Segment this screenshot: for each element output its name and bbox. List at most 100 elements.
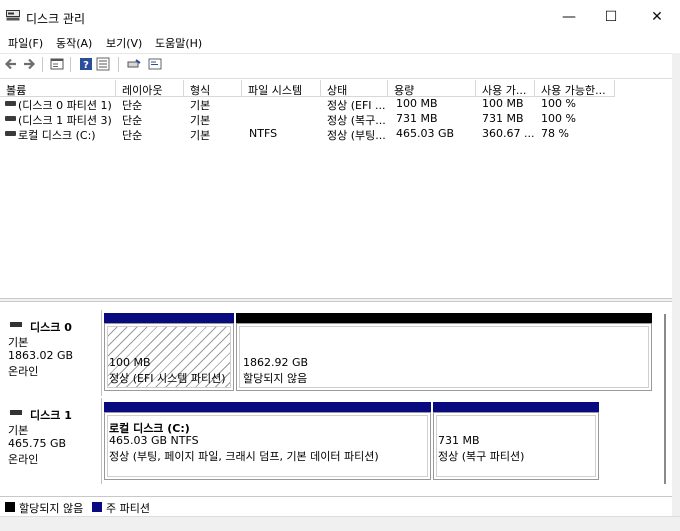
volume-icon bbox=[5, 101, 16, 106]
partition-efi[interactable]: 100 MB 정상 (EFI 시스템 파티션) bbox=[104, 313, 234, 391]
partition-desc: 정상 (EFI 시스템 파티션) bbox=[109, 372, 226, 385]
disk-status: 온라인 bbox=[8, 453, 39, 466]
partition-desc: 할당되지 않음 bbox=[243, 372, 308, 385]
cell-percent-free: 78 % bbox=[541, 127, 569, 140]
menu-view[interactable]: 보기(V) bbox=[106, 35, 142, 51]
cell-free-space: 360.67 ... bbox=[482, 127, 534, 140]
disk-type: 기본 bbox=[8, 424, 29, 437]
cell-layout: 단순 bbox=[122, 114, 143, 126]
partition-unallocated[interactable]: 1862.92 GB 할당되지 않음 bbox=[236, 313, 652, 391]
legend-label-unallocated: 할당되지 않음 bbox=[19, 502, 84, 515]
disk-management-icon bbox=[6, 10, 20, 21]
cell-status: 정상 (부팅... bbox=[327, 129, 386, 141]
column-header-free-space[interactable]: 사용 가... bbox=[476, 80, 535, 97]
menu-help[interactable]: 도움말(H) bbox=[155, 35, 202, 51]
partition-body: 100 MB 정상 (EFI 시스템 파티션) bbox=[104, 323, 234, 391]
disk-size: 465.75 GB bbox=[8, 437, 67, 450]
window-edge bbox=[672, 53, 680, 531]
disk-name: 디스크 1 bbox=[30, 409, 72, 422]
properties-icon[interactable] bbox=[50, 57, 64, 71]
legend-swatch-unallocated bbox=[5, 502, 15, 512]
partition-recovery[interactable]: 731 MB 정상 (복구 파티션) bbox=[433, 402, 599, 480]
cell-type: 기본 bbox=[190, 114, 211, 126]
cell-capacity: 100 MB bbox=[396, 97, 438, 110]
legend-swatch-primary bbox=[92, 502, 102, 512]
column-header-type[interactable]: 형식 bbox=[184, 80, 242, 97]
title-bar: 디스크 관리 — ☐ ✕ bbox=[0, 0, 680, 33]
menu-action[interactable]: 동작(A) bbox=[56, 35, 92, 51]
volume-list: 볼륨 레이아웃 형식 파일 시스템 상태 용량 사용 가... 사용 가능한..… bbox=[0, 78, 672, 298]
column-header-percent-free[interactable]: 사용 가능한... bbox=[535, 80, 615, 97]
disk-size: 1863.02 GB bbox=[8, 349, 74, 362]
cell-volume: (디스크 1 파티션 3) bbox=[18, 114, 112, 126]
column-header-filesystem[interactable]: 파일 시스템 bbox=[242, 80, 321, 97]
status-bar bbox=[0, 516, 680, 531]
partition-stripe bbox=[433, 402, 599, 412]
legend: 할당되지 않음 주 파티션 bbox=[0, 496, 672, 516]
disk-name: 디스크 0 bbox=[30, 321, 72, 334]
column-header-volume[interactable]: 볼륨 bbox=[0, 80, 116, 97]
cell-percent-free: 100 % bbox=[541, 97, 576, 110]
cell-type: 기본 bbox=[190, 99, 211, 111]
window-title: 디스크 관리 bbox=[26, 12, 86, 26]
partition-stripe bbox=[104, 402, 431, 412]
cell-filesystem bbox=[249, 97, 319, 111]
partition-size: 100 MB bbox=[109, 356, 151, 369]
cell-volume: (디스크 0 파티션 1) bbox=[18, 99, 112, 111]
partition-size: 1862.92 GB bbox=[243, 356, 309, 369]
disk-graph-view: 디스크 0 기본 1863.02 GB 온라인 100 MB 정상 (EFI 시… bbox=[0, 304, 660, 494]
pane-splitter[interactable] bbox=[0, 298, 672, 302]
minimize-button[interactable]: — bbox=[555, 5, 583, 29]
partition-stripe bbox=[104, 313, 234, 323]
cell-layout: 단순 bbox=[122, 129, 143, 141]
cell-layout: 단순 bbox=[122, 99, 143, 111]
volume-icon bbox=[5, 116, 16, 121]
toolbar-separator bbox=[118, 57, 119, 72]
maximize-button[interactable]: ☐ bbox=[597, 5, 625, 29]
settings-icon[interactable] bbox=[148, 57, 162, 71]
cell-capacity: 465.03 GB bbox=[396, 127, 455, 140]
disk-1-label[interactable]: 디스크 1 기본 465.75 GB 온라인 bbox=[0, 398, 102, 484]
help-icon[interactable]: ? bbox=[79, 57, 93, 71]
toolbar: ? bbox=[0, 53, 672, 75]
partition-stripe bbox=[236, 313, 652, 323]
partition-size: 731 MB bbox=[438, 434, 480, 447]
menu-bar: 파일(F) 동작(A) 보기(V) 도움말(H) bbox=[0, 33, 680, 53]
cell-free-space: 100 MB bbox=[482, 97, 524, 110]
volume-icon bbox=[5, 131, 16, 136]
toolbar-separator bbox=[42, 57, 43, 72]
scrollbar-thumb[interactable] bbox=[664, 314, 666, 484]
svg-text:?: ? bbox=[83, 60, 89, 71]
cell-status: 정상 (EFI ... bbox=[327, 99, 386, 111]
vertical-scrollbar[interactable] bbox=[660, 304, 672, 494]
cell-capacity: 731 MB bbox=[396, 112, 438, 125]
legend-label-primary: 주 파티션 bbox=[106, 502, 150, 515]
list-view-icon[interactable] bbox=[127, 57, 141, 71]
partition-body: 1862.92 GB 할당되지 않음 bbox=[236, 323, 652, 391]
cell-filesystem bbox=[249, 112, 319, 126]
cell-status: 정상 (복구... bbox=[327, 114, 386, 126]
toolbar-separator bbox=[70, 57, 71, 72]
cell-percent-free: 100 % bbox=[541, 112, 576, 125]
cell-volume: 로컬 디스크 (C:) bbox=[18, 129, 96, 141]
partition-body: 731 MB 정상 (복구 파티션) bbox=[433, 412, 599, 480]
cell-filesystem: NTFS bbox=[249, 127, 278, 140]
partition-body: 로컬 디스크 (C:) 465.03 GB NTFS 정상 (부팅, 페이지 파… bbox=[104, 412, 431, 480]
column-header-layout[interactable]: 레이아웃 bbox=[116, 80, 184, 97]
disk-view-icon[interactable] bbox=[96, 57, 110, 71]
disk-icon bbox=[10, 322, 22, 327]
cell-free-space: 731 MB bbox=[482, 112, 524, 125]
back-icon[interactable] bbox=[4, 57, 18, 71]
cell-type: 기본 bbox=[190, 129, 211, 141]
disk-icon bbox=[10, 410, 22, 415]
disk-type: 기본 bbox=[8, 336, 29, 349]
disk-0-label[interactable]: 디스크 0 기본 1863.02 GB 온라인 bbox=[0, 310, 102, 396]
partition-desc: 정상 (부팅, 페이지 파일, 크래시 덤프, 기본 데이터 파티션) bbox=[109, 450, 379, 463]
column-header-status[interactable]: 상태 bbox=[321, 80, 388, 97]
menu-file[interactable]: 파일(F) bbox=[8, 35, 43, 51]
partition-desc: 정상 (복구 파티션) bbox=[438, 450, 525, 463]
partition-local-disk-c[interactable]: 로컬 디스크 (C:) 465.03 GB NTFS 정상 (부팅, 페이지 파… bbox=[104, 402, 431, 480]
column-header-capacity[interactable]: 용량 bbox=[388, 80, 476, 97]
forward-icon[interactable] bbox=[22, 57, 36, 71]
close-button[interactable]: ✕ bbox=[643, 5, 671, 29]
